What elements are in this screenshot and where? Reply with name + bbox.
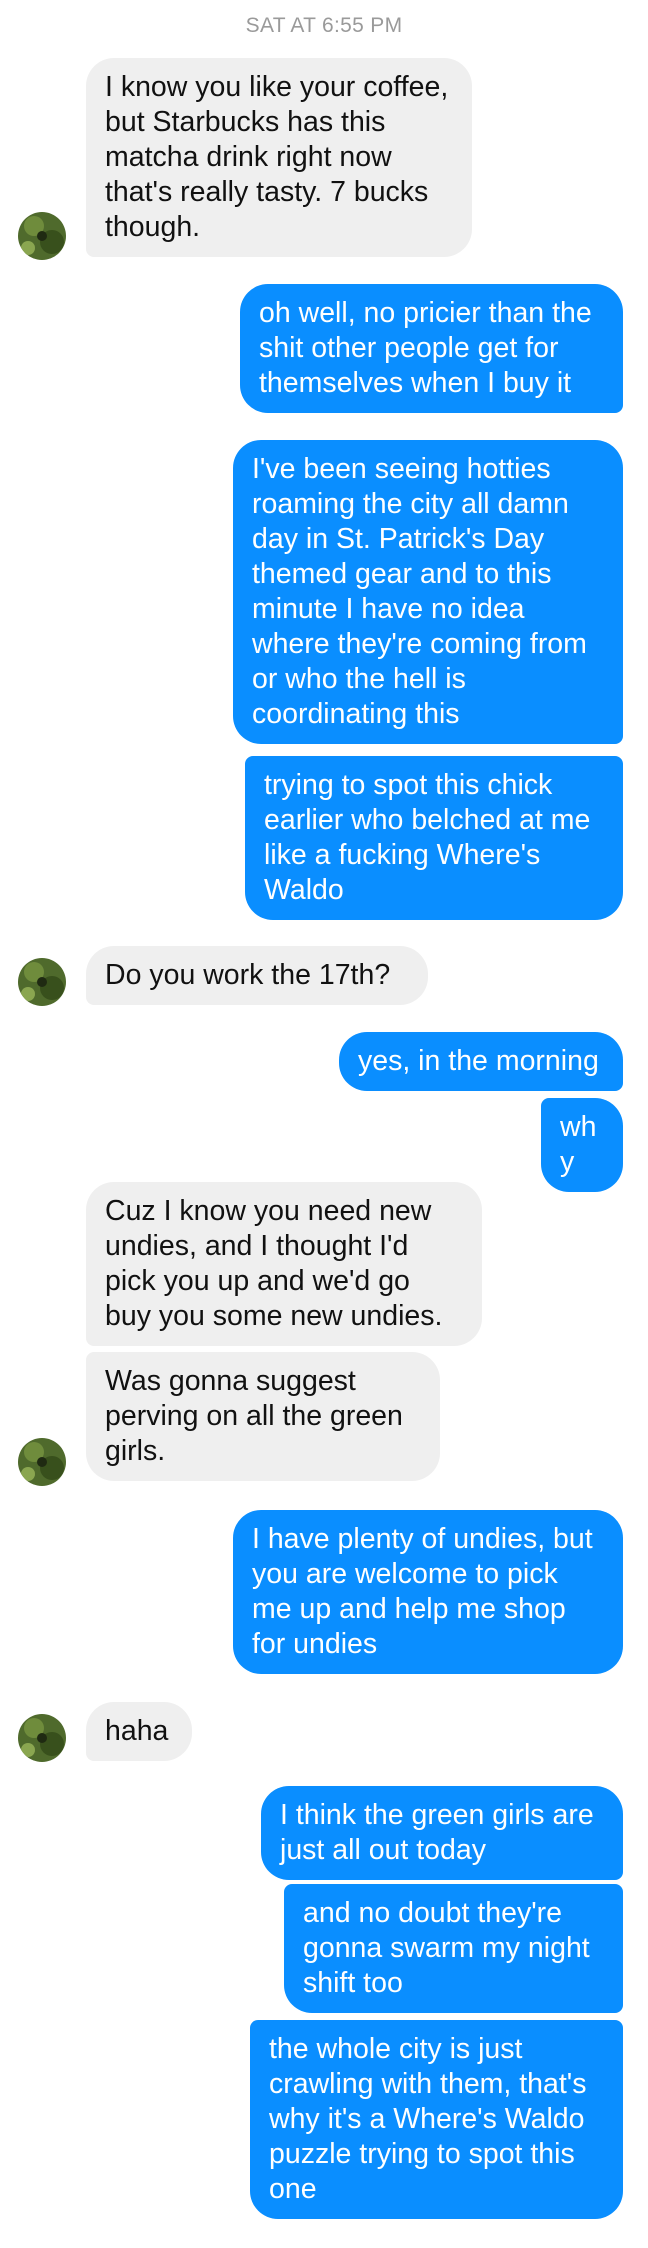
incoming-message[interactable]: Cuz I know you need new undies, and I th…	[86, 1182, 482, 1346]
outgoing-message[interactable]: I think the green girls are just all out…	[261, 1786, 623, 1880]
incoming-message[interactable]: Do you work the 17th?	[86, 946, 428, 1005]
outgoing-message[interactable]: why	[541, 1098, 623, 1192]
outgoing-message[interactable]: and no doubt they're gonna swarm my nigh…	[284, 1884, 623, 2013]
conversation-timestamp: SAT AT 6:55 PM	[245, 14, 403, 37]
incoming-message[interactable]: I know you like your coffee, but Starbuc…	[86, 58, 472, 257]
outgoing-message[interactable]: oh well, no pricier than the shit other …	[240, 284, 623, 413]
contact-avatar-icon[interactable]	[18, 1714, 66, 1762]
contact-avatar-icon[interactable]	[18, 212, 66, 260]
contact-avatar-icon[interactable]	[18, 958, 66, 1006]
outgoing-message[interactable]: yes, in the morning	[339, 1032, 623, 1091]
incoming-message[interactable]: Was gonna suggest perving on all the gre…	[86, 1352, 440, 1481]
outgoing-message[interactable]: the whole city is just crawling with the…	[250, 2020, 623, 2219]
contact-avatar-icon[interactable]	[18, 1438, 66, 1486]
outgoing-message[interactable]: I have plenty of undies, but you are wel…	[233, 1510, 623, 1674]
incoming-message[interactable]: haha	[86, 1702, 192, 1761]
outgoing-message[interactable]: trying to spot this chick earlier who be…	[245, 756, 623, 920]
outgoing-message[interactable]: I've been seeing hotties roaming the cit…	[233, 440, 623, 744]
